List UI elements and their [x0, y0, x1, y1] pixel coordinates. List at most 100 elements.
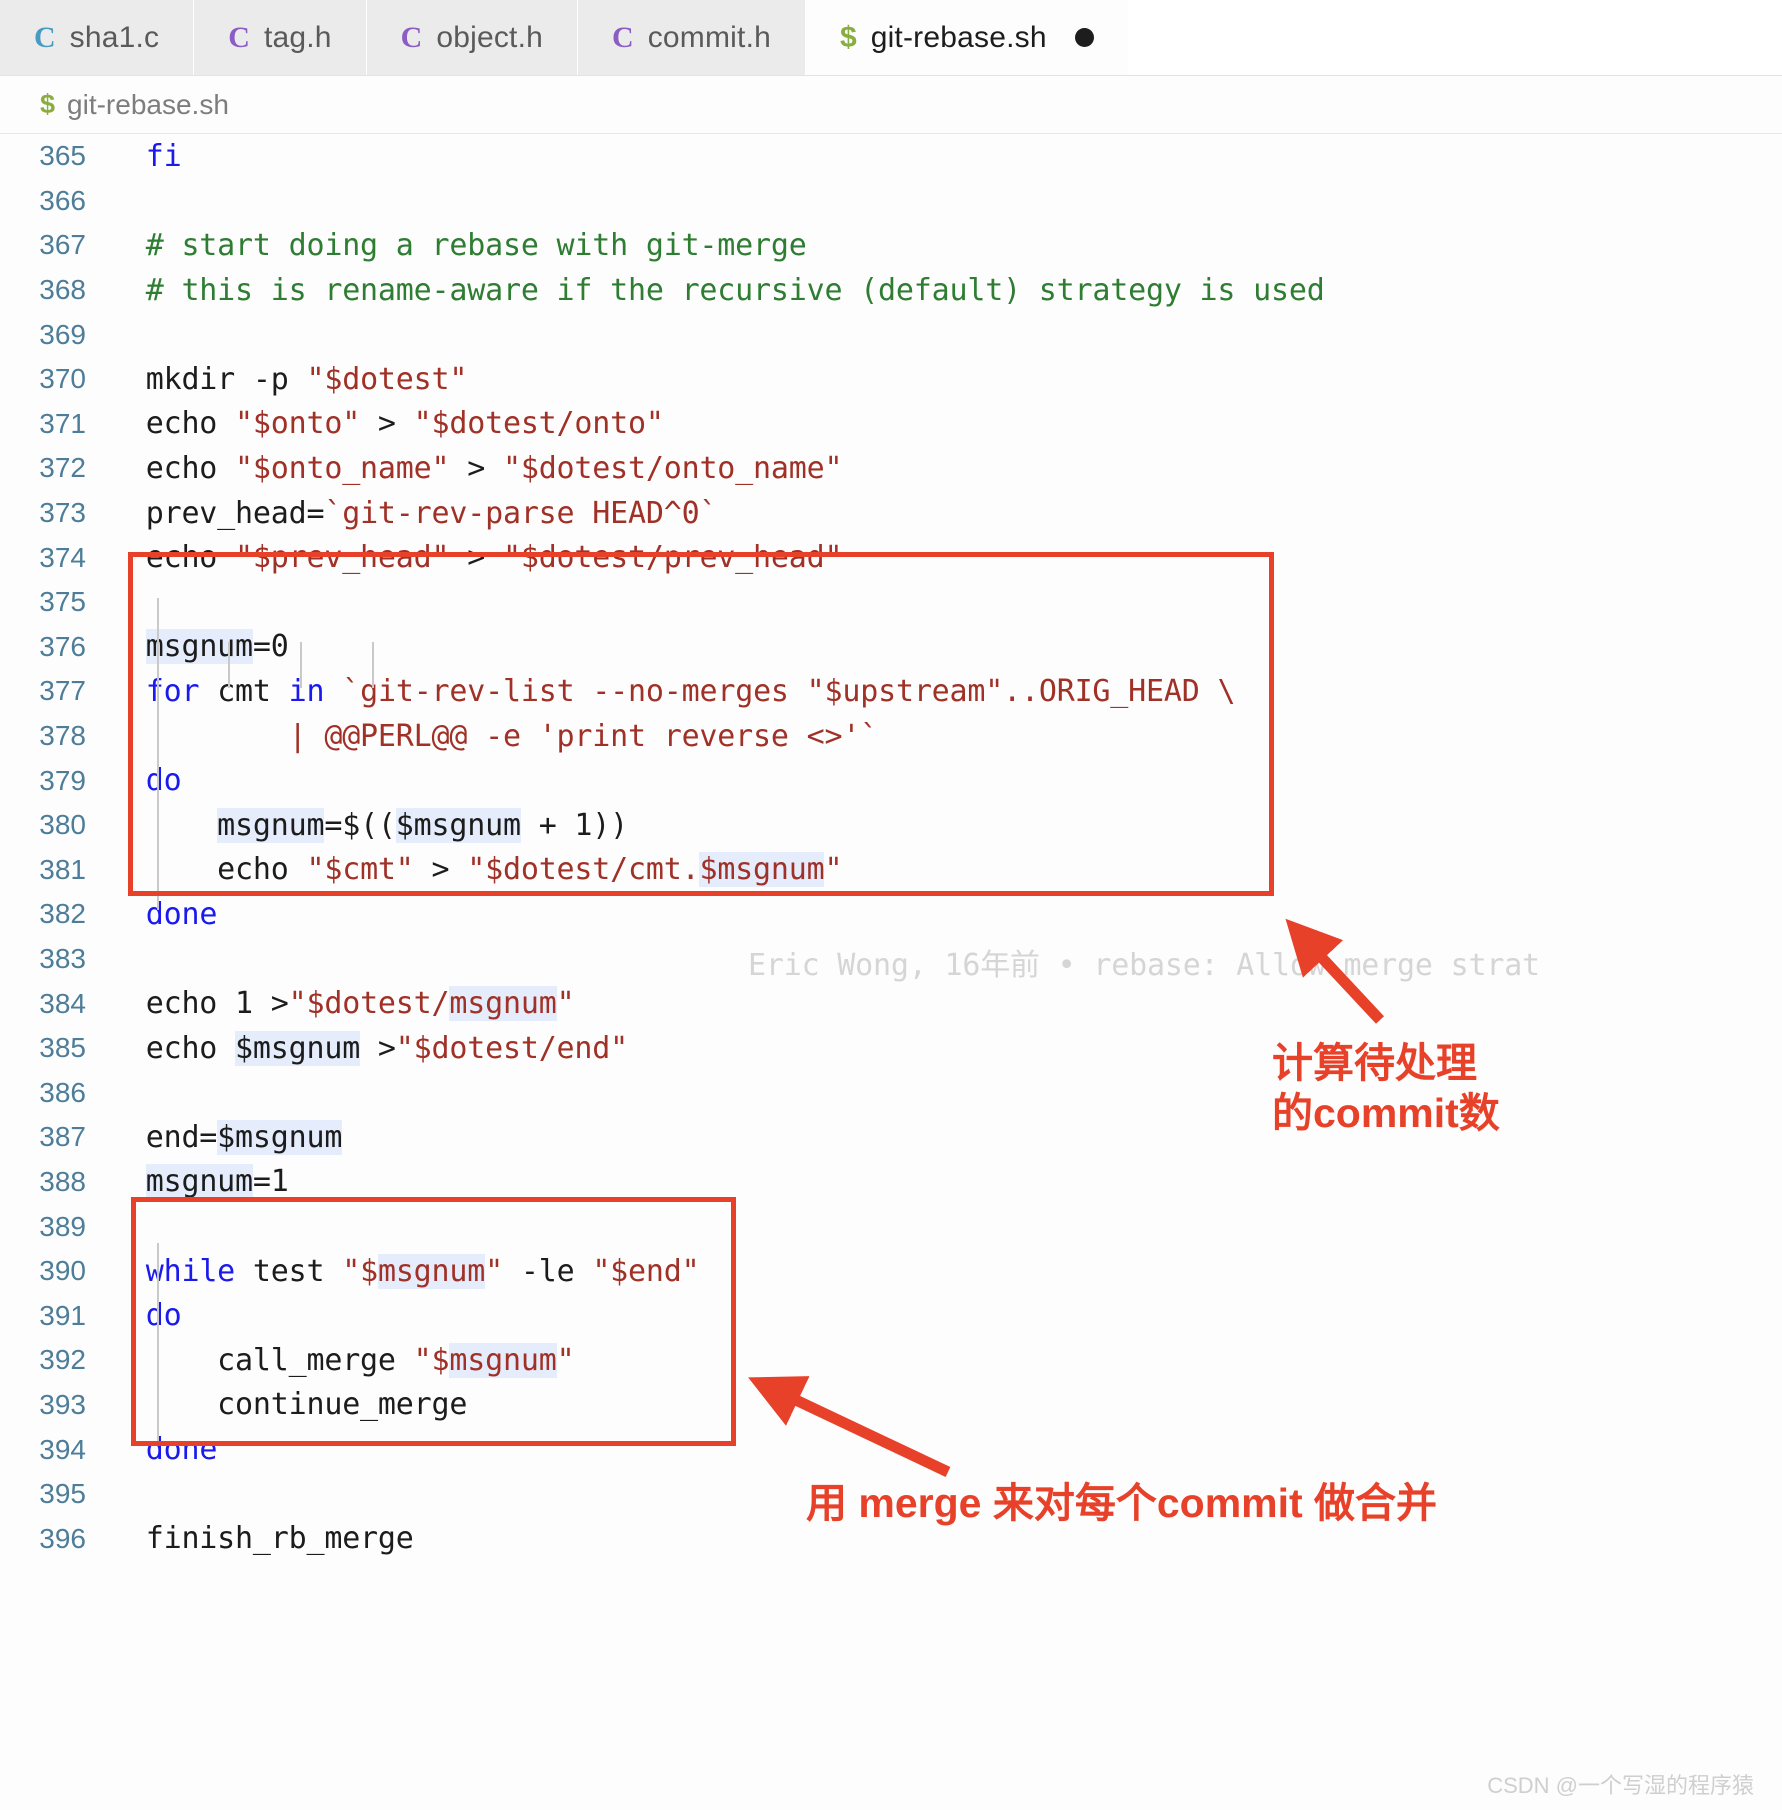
code-line[interactable]: 375 — [0, 580, 1782, 625]
line-number: 382 — [39, 898, 86, 930]
line-number: 394 — [39, 1433, 86, 1465]
code-token: # this is rename-aware if the recursive … — [110, 272, 1325, 308]
line-number: 373 — [39, 497, 86, 529]
code-line[interactable]: 386 — [0, 1070, 1782, 1115]
code-token: > — [413, 852, 468, 888]
tab-object-h[interactable]: Cobject.h — [366, 0, 579, 75]
tab-sha1-c[interactable]: Csha1.c — [0, 0, 195, 75]
line-number: 375 — [39, 586, 86, 618]
indent-guide — [157, 1243, 159, 1446]
code-line[interactable]: 377 for cmt in `git-rev-list --no-merges… — [0, 669, 1782, 714]
code-line[interactable]: 379 do — [0, 758, 1782, 803]
code-token: while — [145, 1253, 236, 1289]
code-line[interactable]: 384 echo 1 >"$dotest/msgnum" — [0, 981, 1782, 1026]
tab-tag-h[interactable]: Ctag.h — [194, 0, 367, 75]
code-line[interactable]: 369 — [0, 312, 1782, 357]
code-token: > — [449, 450, 503, 486]
code-line-text: | @@PERL@@ -e 'print reverse <>'` — [110, 719, 1782, 754]
code-token: `git-rev-parse HEAD^0` — [324, 495, 718, 531]
code-token: "$dotest" — [306, 361, 468, 397]
code-line[interactable]: 390 while test "$msgnum" -le "$end" — [0, 1249, 1782, 1294]
code-line[interactable]: 373 prev_head=`git-rev-parse HEAD^0` — [0, 491, 1782, 536]
code-line[interactable]: 394 done — [0, 1427, 1782, 1472]
code-line[interactable]: 385 echo $msgnum >"$dotest/end" — [0, 1026, 1782, 1071]
code-line[interactable]: 381 echo "$cmt" > "$dotest/cmt.$msgnum" — [0, 848, 1782, 893]
code-line[interactable]: 382 done — [0, 892, 1782, 937]
tab-commit-h[interactable]: Ccommit.h — [578, 0, 806, 75]
line-number: 389 — [39, 1210, 86, 1242]
code-line-text: echo "$onto_name" > "$dotest/onto_name" — [110, 451, 1782, 486]
editor-tab-bar: Csha1.c Ctag.h Cobject.h Ccommit.h $ git-reba… — [0, 0, 1782, 76]
unsaved-changes-dot-icon[interactable] — [1074, 28, 1094, 47]
code-line[interactable]: 378 | @@PERL@@ -e 'print reverse <>'` — [0, 714, 1782, 759]
code-line[interactable]: 393 continue_merge — [0, 1383, 1782, 1428]
tab-label: object.h — [436, 20, 544, 54]
code-line-text: echo 1 >"$dotest/msgnum" — [110, 986, 1782, 1022]
breadcrumb-label: git-rebase.sh — [67, 88, 229, 120]
code-token: mkdir -p — [110, 361, 307, 397]
tab-label: git-rebase.sh — [870, 20, 1047, 54]
breadcrumb[interactable]: $ git-rebase.sh — [0, 76, 1782, 134]
code-token: "$dotest/cmt. — [467, 852, 700, 888]
code-line[interactable]: 392 call_merge "$msgnum" — [0, 1338, 1782, 1383]
code-token: msgnum — [145, 629, 253, 665]
watermark: CSDN @一个写湿的程序猿 — [1487, 1773, 1754, 1798]
line-number: 396 — [39, 1522, 86, 1554]
code-token: do — [145, 763, 182, 799]
code-token: | @@PERL@@ -e 'print reverse <>'` — [110, 718, 879, 754]
code-line-text: continue_merge — [110, 1387, 1782, 1422]
code-line[interactable]: 376 msgnum=0 — [0, 625, 1782, 670]
line-number: 371 — [39, 407, 86, 439]
code-line-text: while test "$msgnum" -le "$end" — [110, 1253, 1782, 1289]
code-token: msgnum — [377, 1253, 486, 1289]
code-token: "$onto" — [235, 406, 361, 442]
code-token: echo 1 > — [110, 986, 289, 1022]
code-line-text: done — [110, 897, 1782, 932]
code-token: "$dotest/prev_head" — [502, 540, 843, 576]
code-editor[interactable]: 365 fi 366 367 # start doing a rebase with… — [0, 134, 1782, 1810]
code-line[interactable]: 388 msgnum=1 — [0, 1160, 1782, 1205]
code-token: echo — [110, 540, 236, 576]
line-number: 369 — [39, 318, 86, 350]
code-token: -le — [503, 1253, 593, 1289]
code-line[interactable]: 380 msgnum=$(($msgnum + 1)) — [0, 803, 1782, 848]
code-line[interactable]: 374 echo "$prev_head" > "$dotest/prev_he… — [0, 535, 1782, 580]
code-line[interactable]: 389 — [0, 1204, 1782, 1249]
code-token: call_merge — [110, 1342, 414, 1378]
code-line[interactable]: 370 mkdir -p "$dotest" — [0, 357, 1782, 402]
line-number: 370 — [39, 363, 86, 395]
code-line[interactable]: 368 # this is rename-aware if the recurs… — [0, 268, 1782, 313]
code-token: test — [235, 1253, 343, 1289]
code-token: do — [145, 1298, 182, 1334]
code-token: =0 — [252, 629, 289, 665]
tab-git-rebase-sh[interactable]: $ git-rebase.sh — [806, 0, 1129, 75]
code-line[interactable]: 372 echo "$onto_name" > "$dotest/onto_na… — [0, 446, 1782, 491]
code-line[interactable]: 367 # start doing a rebase with git-merg… — [0, 223, 1782, 268]
indent-guide — [300, 642, 302, 688]
code-token: "$dotest/onto_name" — [502, 450, 843, 486]
code-token: "$onto_name" — [235, 450, 450, 486]
code-token: =$(( — [324, 807, 396, 843]
code-token: > — [360, 1030, 396, 1066]
code-line[interactable]: 366 — [0, 179, 1782, 224]
code-line-text: echo "$cmt" > "$dotest/cmt.$msgnum" — [110, 852, 1782, 888]
code-line[interactable]: 387 end=$msgnum — [0, 1115, 1782, 1160]
line-number: 378 — [39, 720, 86, 752]
code-line[interactable]: 365 fi — [0, 134, 1782, 179]
code-line-text: call_merge "$msgnum" — [110, 1342, 1782, 1378]
code-line[interactable]: 391 do — [0, 1293, 1782, 1338]
code-line-text: do — [110, 1298, 1782, 1333]
code-line-text: echo $msgnum >"$dotest/end" — [110, 1030, 1782, 1066]
code-token: " — [556, 986, 575, 1022]
line-number: 387 — [39, 1121, 86, 1153]
code-line[interactable]: 371 echo "$onto" > "$dotest/onto" — [0, 402, 1782, 447]
line-number: 372 — [39, 452, 86, 484]
c-file-icon: C — [400, 20, 423, 54]
code-token: "$ — [413, 1342, 450, 1378]
line-number: 376 — [39, 630, 86, 662]
code-token: `git-rev-list --no-merges "$upstream"..O… — [342, 673, 1236, 709]
shell-file-icon: $ — [840, 20, 857, 54]
